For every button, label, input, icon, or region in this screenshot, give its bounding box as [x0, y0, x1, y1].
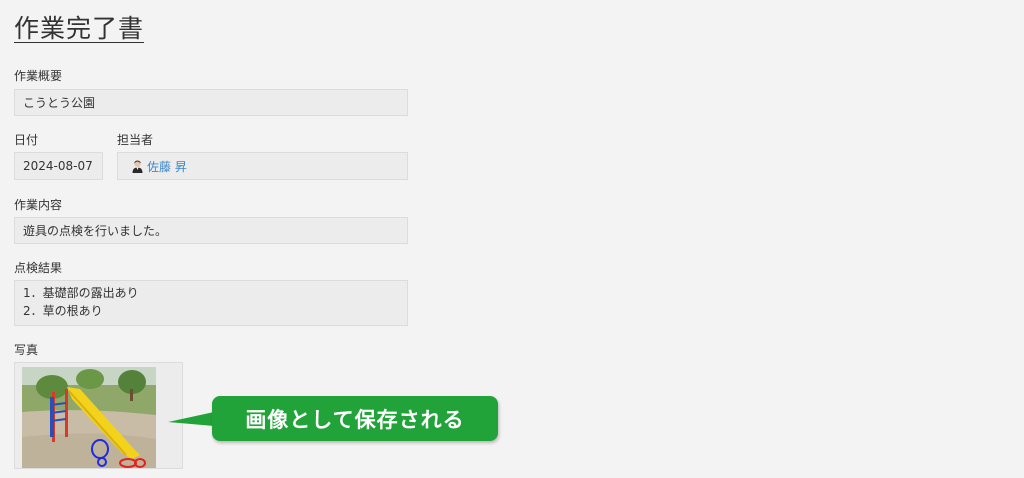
content-label: 作業内容: [14, 198, 63, 212]
assignee-field: 佐藤 昇: [117, 152, 408, 180]
date-field: 2024-08-07: [14, 152, 103, 180]
callout-text: 画像として保存される: [245, 407, 465, 432]
playground-photo[interactable]: [22, 367, 156, 468]
date-label: 日付: [14, 133, 39, 147]
photo-label: 写真: [14, 343, 39, 357]
overview-label: 作業概要: [14, 69, 63, 83]
assignee-label: 担当者: [117, 133, 154, 147]
results-item: 2．草の根あり: [23, 303, 103, 318]
results-label: 点検結果: [14, 261, 63, 275]
date-value: 2024-08-07: [23, 159, 93, 173]
page-title: 作業完了書: [14, 14, 145, 43]
content-value: 遊具の点検を行いました。: [23, 224, 168, 238]
user-avatar-icon: [132, 160, 143, 173]
assignee-link[interactable]: 佐藤 昇: [147, 158, 187, 175]
overview-field: こうとう公園: [14, 89, 408, 116]
overview-value: こうとう公園: [23, 96, 96, 110]
content-field: 遊具の点検を行いました。: [14, 217, 408, 244]
callout-note: 画像として保存される: [212, 396, 498, 441]
results-field: 1．基礎部の露出あり 2．草の根あり: [14, 280, 408, 326]
results-item: 1．基礎部の露出あり: [23, 286, 139, 300]
photo-frame: [14, 362, 183, 469]
callout-pointer: [168, 412, 214, 426]
